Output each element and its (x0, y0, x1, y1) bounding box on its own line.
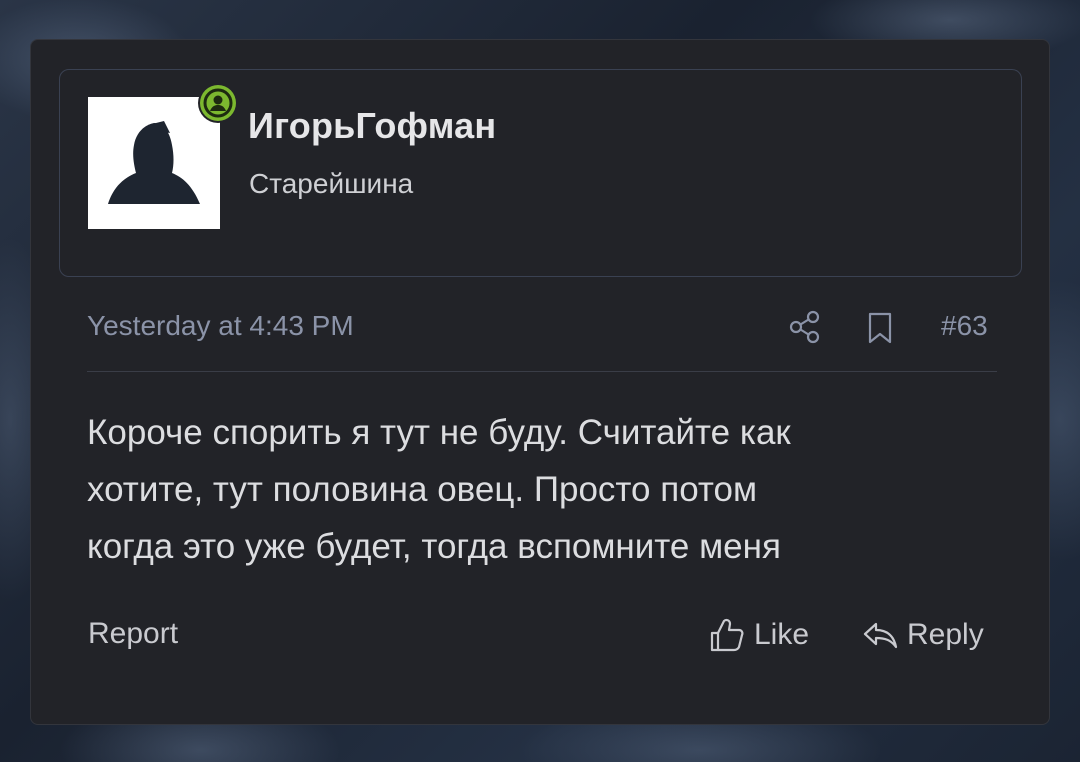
reply-button[interactable]: Reply (861, 615, 984, 655)
thumbs-up-icon (710, 618, 744, 652)
divider (87, 371, 997, 372)
post-timestamp[interactable]: Yesterday at 4:43 PM (87, 310, 354, 342)
post-card: ИгорьГофман Старейшина Yesterday at 4:43… (30, 39, 1050, 725)
post-content-line: когда это уже будет, тогда вспомните мен… (87, 527, 781, 566)
post-content-line: Короче спорить я тут не буду. Считайте к… (87, 413, 791, 452)
user-title: Старейшина (249, 168, 414, 199)
share-icon[interactable] (789, 310, 821, 349)
reply-arrow-icon (863, 622, 898, 649)
like-label: Like (754, 618, 810, 651)
user-online-icon (198, 83, 238, 123)
bookmark-icon[interactable] (867, 312, 893, 349)
like-button[interactable]: Like (708, 615, 809, 655)
user-block: ИгорьГофман Старейшина (59, 69, 1022, 277)
post-number[interactable]: #63 (941, 310, 988, 342)
post-content-line: хотите, тут половина овец. Просто потом (87, 470, 758, 509)
username[interactable]: ИгорьГофман (248, 105, 496, 147)
report-link[interactable]: Report (88, 617, 178, 651)
reply-label: Reply (907, 618, 984, 651)
post-content: Короче спорить я тут не буду. Считайте к… (87, 404, 967, 575)
